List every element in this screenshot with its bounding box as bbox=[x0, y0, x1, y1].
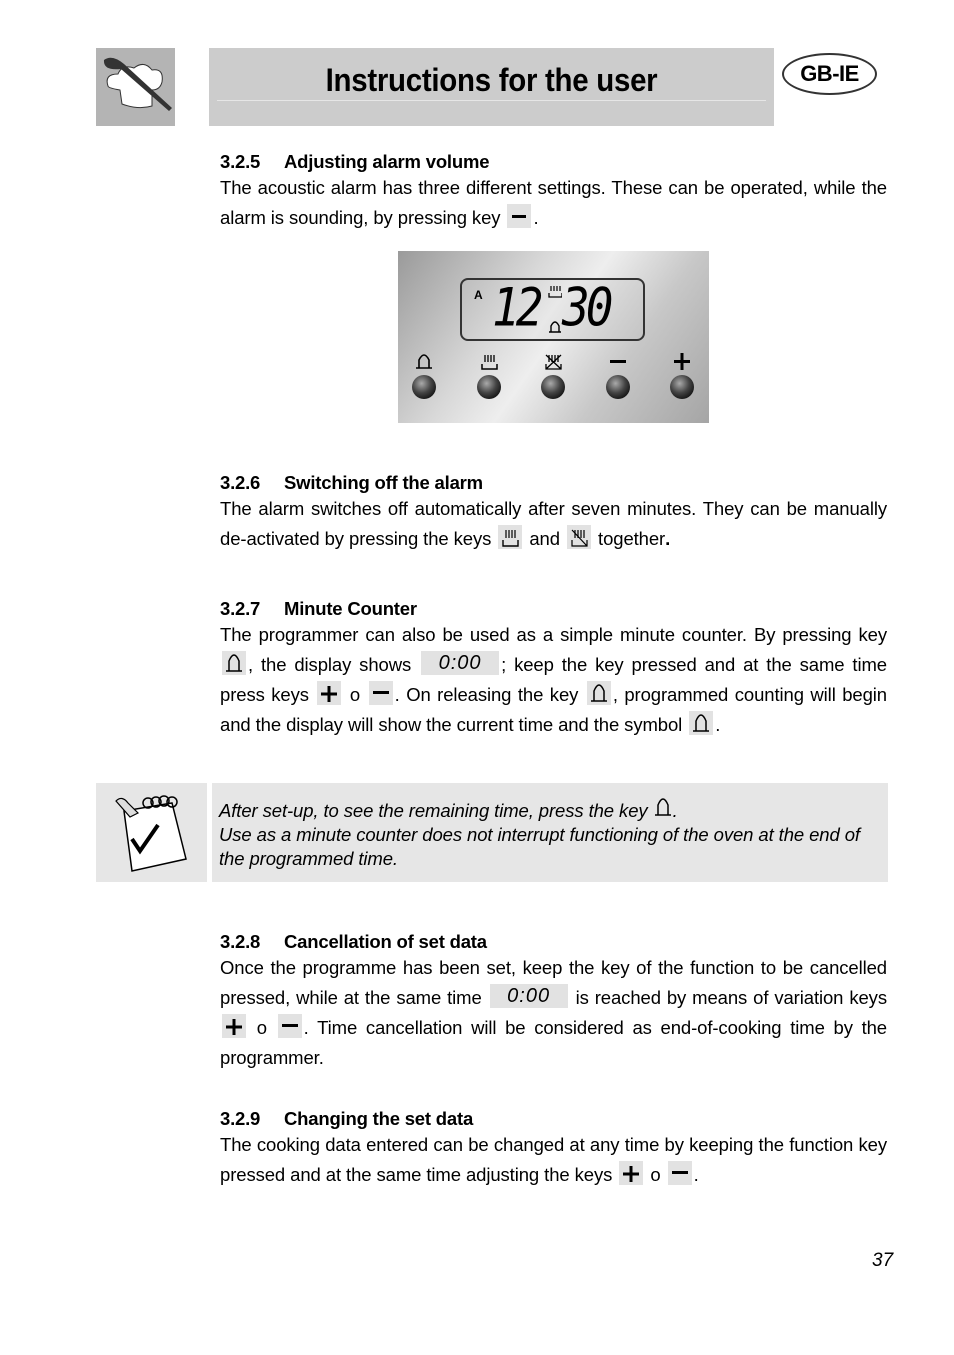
display-hours: 12 bbox=[492, 275, 543, 339]
notepad-check-icon bbox=[115, 795, 187, 872]
lcd-display: A 12 30 bbox=[460, 275, 645, 341]
cooking-duration-button[interactable] bbox=[477, 375, 501, 399]
cooking-duration-icon bbox=[548, 286, 562, 298]
section-3-2-6: 3.2.6 Switching off the alarm The alarm s… bbox=[220, 472, 887, 554]
header-title-bar: Instructions for the user bbox=[209, 48, 774, 126]
section-body: Once the programme has been set, keep th… bbox=[220, 957, 887, 1068]
page-title: Instructions for the user bbox=[325, 62, 658, 98]
section-3-2-8: 3.2.8 Cancellation of set data Once the p… bbox=[220, 931, 887, 1073]
auto-indicator: A bbox=[474, 288, 483, 302]
plus-key-icon bbox=[317, 681, 342, 705]
cooking-duration-key-icon bbox=[498, 525, 523, 549]
section-heading: 3.2.5 Adjusting alarm volume bbox=[220, 151, 490, 172]
section-heading: 3.2.8 Cancellation of set data bbox=[220, 931, 487, 952]
bell-key-icon bbox=[222, 651, 246, 675]
plus-button[interactable] bbox=[670, 375, 694, 399]
section-body: The acoustic alarm has three different s… bbox=[220, 177, 887, 228]
section-3-2-9: 3.2.9 Changing the set data The cooking d… bbox=[220, 1108, 887, 1190]
bell-key-icon bbox=[689, 711, 714, 735]
end-of-cooking-key-icon bbox=[566, 525, 591, 549]
minus-key-icon bbox=[368, 681, 393, 705]
display-zero-readout: 0:00 bbox=[421, 651, 500, 675]
note-box: After set-up, to see the remaining time,… bbox=[212, 783, 888, 882]
display-minutes: 30 bbox=[562, 275, 613, 339]
plus-key-icon bbox=[222, 1014, 246, 1038]
section-body: The programmer can also be used as a sim… bbox=[220, 624, 887, 735]
minus-key-icon bbox=[277, 1014, 302, 1038]
section-body: The cooking data entered can be changed … bbox=[220, 1134, 887, 1185]
bell-icon bbox=[549, 321, 561, 333]
section-heading: 3.2.9 Changing the set data bbox=[220, 1108, 474, 1129]
minus-button[interactable] bbox=[606, 375, 630, 399]
country-badge: GB-IE bbox=[782, 53, 877, 95]
minus-key-icon bbox=[667, 1161, 692, 1185]
minus-key-icon bbox=[507, 204, 532, 228]
bell-key-icon bbox=[586, 681, 611, 705]
section-3-2-5: 3.2.5 Adjusting alarm volume The acoustic… bbox=[220, 151, 887, 233]
section-3-2-7: 3.2.7 Minute Counter The programmer can a… bbox=[220, 598, 887, 740]
section-body: The alarm switches off automatically aft… bbox=[220, 498, 887, 549]
note-icon-box bbox=[96, 783, 207, 882]
note-text: After set-up, to see the remaining time,… bbox=[219, 797, 884, 871]
title-divider bbox=[217, 100, 766, 101]
bell-icon bbox=[416, 354, 432, 369]
bell-icon bbox=[654, 798, 671, 816]
control-panel-illustration: A 12 30 bbox=[398, 251, 709, 423]
section-heading: 3.2.6 Switching off the alarm bbox=[220, 472, 483, 493]
plus-key-icon bbox=[619, 1161, 644, 1185]
display-zero-readout: 0:00 bbox=[489, 984, 568, 1008]
page-number: 37 bbox=[872, 1250, 894, 1271]
chef-hat-spoon-icon bbox=[103, 57, 172, 111]
end-of-cooking-icon bbox=[545, 354, 562, 370]
section-heading: 3.2.7 Minute Counter bbox=[220, 598, 417, 619]
logo bbox=[96, 48, 175, 126]
plus-icon bbox=[674, 353, 690, 370]
bell-button[interactable] bbox=[412, 375, 436, 399]
end-of-cooking-button[interactable] bbox=[541, 375, 565, 399]
cooking-duration-icon bbox=[481, 355, 498, 370]
minus-icon bbox=[610, 360, 626, 363]
